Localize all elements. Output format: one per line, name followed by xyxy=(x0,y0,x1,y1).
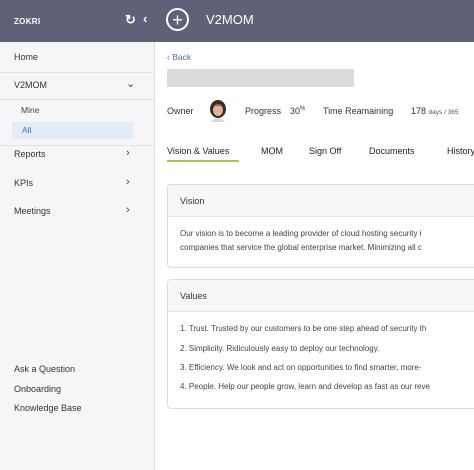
vision-text-line: Our vision is to become a leading provid… xyxy=(180,229,422,238)
owner-label: Owner xyxy=(167,106,194,116)
chevron-down-icon[interactable]: ⌄ xyxy=(126,77,135,90)
values-text-line: 3. Efficiency. We look and act on opport… xyxy=(180,363,422,372)
values-card: Values 1. Trust. Trusted by our customer… xyxy=(167,279,474,409)
time-remaining-value: 178 xyxy=(411,106,427,116)
back-link[interactable]: ‹ Back xyxy=(167,52,191,62)
time-remaining-label: Time Reamaining xyxy=(323,106,394,116)
back-label: Back xyxy=(172,52,192,62)
main-content: ‹ Back Owner Progress 30% Time Reamainin… xyxy=(156,42,474,470)
sidebar-link-onboarding[interactable]: Onboarding xyxy=(14,384,61,394)
vision-text-line: companies that service the global enterp… xyxy=(180,243,422,252)
sidebar-divider xyxy=(0,72,155,73)
time-remaining-readout: 178 days / 365 xyxy=(411,106,459,116)
brand-name: ZOKRI xyxy=(14,16,41,26)
time-remaining-unit: days / 365 xyxy=(428,109,459,116)
tab-mom[interactable]: MOM xyxy=(261,146,283,156)
vision-card: Vision Our vision is to become a leading… xyxy=(167,184,474,268)
chevron-right-icon[interactable]: › xyxy=(126,204,130,216)
plus-icon: + xyxy=(172,9,183,30)
sidebar-subitem-all[interactable]: All xyxy=(12,122,133,139)
collapse-sidebar-icon[interactable]: ‹ xyxy=(143,11,148,26)
sidebar-subitem-mine[interactable]: Mine xyxy=(21,105,39,115)
active-tab-indicator xyxy=(167,160,239,162)
vision-heading: Vision xyxy=(168,185,474,217)
v2mom-title-placeholder xyxy=(167,69,354,87)
sidebar: Home V2MOM ⌄ Mine All Reports › KPIs › M… xyxy=(0,42,155,470)
sidebar-item-reports[interactable]: Reports xyxy=(14,149,46,159)
sidebar-divider xyxy=(0,99,155,100)
progress-label: Progress xyxy=(245,106,282,116)
values-text-line: 2. Simplicity. Ridiculously easy to depl… xyxy=(180,344,380,353)
values-heading: Values xyxy=(168,280,474,312)
top-bar: ZOKRI ↻ ‹ + V2MOM xyxy=(0,0,474,42)
tab-sign-off[interactable]: Sign Off xyxy=(309,146,341,156)
sidebar-divider xyxy=(0,145,155,146)
sidebar-item-meetings[interactable]: Meetings xyxy=(14,206,51,216)
chevron-left-icon: ‹ xyxy=(167,52,170,62)
sidebar-item-v2mom[interactable]: V2MOM xyxy=(14,80,47,90)
values-text-line: 4. People. Help our people grow, learn a… xyxy=(180,382,430,391)
tab-history[interactable]: History xyxy=(447,146,474,156)
tab-documents[interactable]: Documents xyxy=(369,146,415,156)
add-button[interactable]: + xyxy=(166,8,189,31)
values-text-line: 1. Trust. Trusted by our customers to be… xyxy=(180,324,427,333)
sidebar-link-ask-question[interactable]: Ask a Question xyxy=(14,364,75,374)
refresh-icon[interactable]: ↻ xyxy=(125,12,136,28)
tab-vision-values[interactable]: Vision & Values xyxy=(167,146,229,156)
progress-value: 30 xyxy=(290,106,301,116)
sidebar-item-home[interactable]: Home xyxy=(14,52,38,62)
sidebar-item-kpis[interactable]: KPIs xyxy=(14,178,33,188)
progress-unit: % xyxy=(300,106,306,112)
owner-avatar[interactable] xyxy=(208,100,228,122)
app-title: V2MOM xyxy=(206,12,254,27)
chevron-right-icon[interactable]: › xyxy=(126,176,130,188)
progress-readout: 30% xyxy=(290,106,305,116)
sidebar-subitem-all-label: All xyxy=(22,125,32,135)
chevron-right-icon[interactable]: › xyxy=(126,147,130,159)
brand: ZOKRI ↻ ‹ xyxy=(0,0,155,42)
sidebar-link-knowledge-base[interactable]: Knowledge Base xyxy=(14,403,82,413)
